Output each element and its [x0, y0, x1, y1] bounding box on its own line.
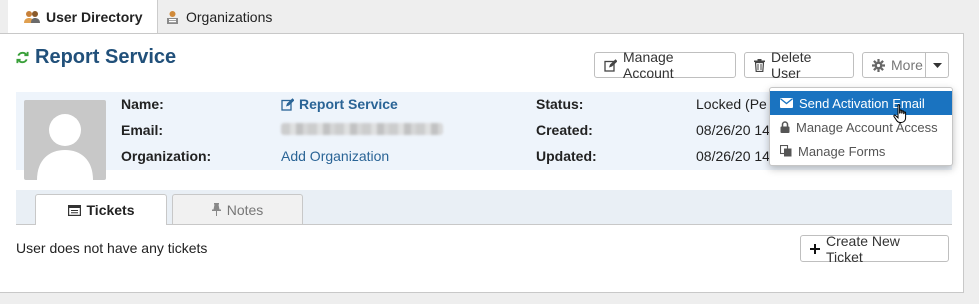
created-value: 08/26/20 14: [696, 122, 770, 138]
page-title: Report Service: [16, 46, 176, 69]
add-organization-link[interactable]: Add Organization: [281, 148, 389, 164]
organization-icon: [165, 10, 180, 25]
name-value: Report Service: [299, 96, 398, 112]
envelope-icon: [780, 98, 793, 108]
tab-notes-label: Notes: [226, 201, 264, 218]
manage-account-button[interactable]: Manage Account: [594, 49, 736, 81]
manage-account-label: Manage Account: [623, 49, 674, 81]
tab-tickets-label: Tickets: [86, 202, 135, 218]
status-label: Status:: [536, 96, 584, 112]
delete-user-label: Delete User: [771, 49, 812, 81]
create-new-ticket-label: Create New Ticket: [826, 232, 900, 265]
gear-icon: [872, 58, 885, 72]
tab-user-directory-label: User Directory: [46, 9, 143, 25]
caret-down-icon: [932, 62, 942, 68]
create-new-ticket-button[interactable]: Create New Ticket: [800, 232, 949, 265]
ticket-icon: [67, 204, 81, 216]
menu-item-send-activation-email[interactable]: Send Activation Email: [770, 91, 952, 115]
avatar: [24, 100, 106, 180]
tab-notes[interactable]: Notes: [172, 194, 303, 224]
more-label: More: [891, 57, 923, 73]
delete-user-button[interactable]: Delete User: [744, 49, 854, 81]
updated-label: Updated:: [536, 148, 597, 164]
top-tab-bar: User Directory Organizations: [0, 0, 979, 34]
hand-cursor-icon: [893, 104, 909, 127]
menu-item-label: Manage Forms: [798, 143, 886, 159]
email-label: Email:: [121, 122, 164, 138]
copy-icon: [780, 145, 792, 157]
organization-label: Organization:: [121, 148, 212, 164]
edit-icon: [281, 97, 294, 111]
menu-item-manage-account-access[interactable]: Manage Account Access: [770, 115, 952, 139]
status-value: Locked (Pe: [696, 96, 767, 112]
name-label: Name:: [121, 96, 164, 112]
page-title-text: Report Service: [35, 46, 177, 68]
plus-icon: [810, 243, 820, 254]
tab-tickets[interactable]: Tickets: [35, 194, 167, 225]
more-dropdown-menu: Send Activation Email Manage Account Acc…: [769, 87, 953, 166]
updated-value: 08/26/20 14: [696, 148, 770, 164]
email-value-redacted: [281, 123, 443, 135]
pin-icon: [211, 203, 221, 216]
tickets-empty-message: User does not have any tickets: [16, 240, 208, 256]
more-button[interactable]: More: [862, 52, 926, 78]
menu-item-manage-forms[interactable]: Manage Forms: [770, 139, 952, 163]
lock-icon: [780, 121, 790, 133]
created-label: Created:: [536, 122, 593, 138]
trash-icon: [754, 58, 765, 72]
users-icon: [24, 10, 40, 24]
menu-item-label: Manage Account Access: [796, 119, 938, 135]
tab-user-directory[interactable]: User Directory: [8, 0, 158, 34]
tab-organizations-label: Organizations: [186, 9, 273, 25]
more-dropdown-toggle[interactable]: [925, 52, 949, 78]
refresh-icon[interactable]: [16, 51, 29, 64]
edit-icon: [604, 58, 617, 72]
tab-organizations[interactable]: Organizations: [165, 0, 272, 34]
sub-tab-bar: Tickets Notes: [16, 190, 952, 225]
name-value-link[interactable]: Report Service: [281, 96, 398, 112]
